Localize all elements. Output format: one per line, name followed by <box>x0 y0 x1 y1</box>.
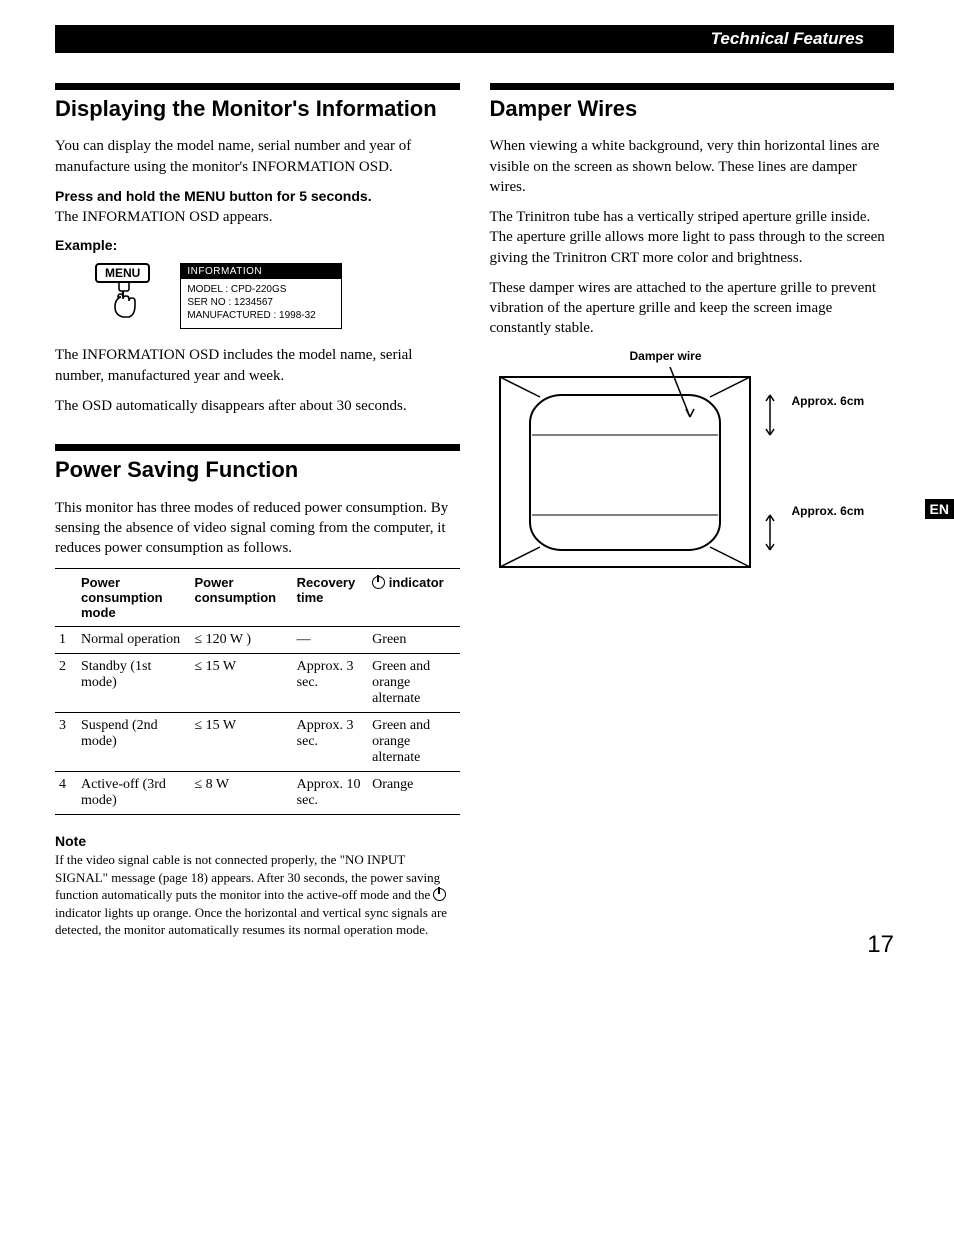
td: ≤ 15 W <box>190 713 292 772</box>
note-title: Note <box>55 833 460 849</box>
note-body: If the video signal cable is not connect… <box>55 851 460 939</box>
osd-line: MANUFACTURED : 1998-32 <box>187 309 335 322</box>
section-rule <box>55 83 460 90</box>
instruction-result: The INFORMATION OSD appears. <box>55 209 272 225</box>
osd-header: INFORMATION <box>181 264 341 279</box>
td: Approx. 10 sec. <box>293 772 369 815</box>
menu-button-diagram: MENU <box>95 263 150 325</box>
damper-wire-label: Damper wire <box>630 349 702 363</box>
td: Green <box>368 627 459 654</box>
td: Green and orange alternate <box>368 713 459 772</box>
menu-button: MENU <box>95 263 150 283</box>
td: Active-off (3rd mode) <box>77 772 190 815</box>
th-mode: Power consumption mode <box>77 569 190 627</box>
section-title-display-info: Displaying the Monitor's Information <box>55 96 460 122</box>
th-blank <box>55 569 77 627</box>
osd-information-box: INFORMATION MODEL : CPD-220GS SER NO : 1… <box>180 263 342 329</box>
example-figure: MENU INFORMATION MODEL : CPD-220GS SER N… <box>95 263 460 329</box>
td: Approx. 3 sec. <box>293 654 369 713</box>
table-row: 1 Normal operation ≤ 120 W ) — Green <box>55 627 460 654</box>
paragraph: Press and hold the MENU button for 5 sec… <box>55 187 460 228</box>
header-bar: Technical Features <box>55 25 894 53</box>
td: Orange <box>368 772 459 815</box>
osd-line: SER NO : 1234567 <box>187 296 335 309</box>
right-column: Damper Wires When viewing a white backgr… <box>490 83 895 939</box>
paragraph: These damper wires are attached to the a… <box>490 278 895 339</box>
paragraph: The OSD automatically disappears after a… <box>55 396 460 416</box>
paragraph: The Trinitron tube has a vertically stri… <box>490 207 895 268</box>
td: Standby (1st mode) <box>77 654 190 713</box>
damper-wire-figure: Damper wire Approx. 6cm Approx. 6cm EN <box>490 349 895 579</box>
td: 4 <box>55 772 77 815</box>
hand-press-icon <box>101 281 145 325</box>
table-row: 3 Suspend (2nd mode) ≤ 15 W Approx. 3 se… <box>55 713 460 772</box>
td: ≤ 120 W ) <box>190 627 292 654</box>
td: Green and orange alternate <box>368 654 459 713</box>
approx-label-2: Approx. 6cm <box>792 504 865 518</box>
paragraph: This monitor has three modes of reduced … <box>55 498 460 559</box>
td: 3 <box>55 713 77 772</box>
power-icon <box>372 576 385 589</box>
header-title: Technical Features <box>711 29 864 49</box>
td: Normal operation <box>77 627 190 654</box>
td: Suspend (2nd mode) <box>77 713 190 772</box>
section-rule <box>490 83 895 90</box>
left-column: Displaying the Monitor's Information You… <box>55 83 460 939</box>
td: ≤ 15 W <box>190 654 292 713</box>
power-table: Power consumption mode Power consumption… <box>55 568 460 815</box>
section-title-power-saving: Power Saving Function <box>55 457 460 483</box>
th-indicator: indicator <box>368 569 459 627</box>
paragraph: The INFORMATION OSD includes the model n… <box>55 345 460 386</box>
example-label: Example: <box>55 237 460 253</box>
monitor-diagram-icon <box>490 367 790 587</box>
instruction-bold: Press and hold the MENU button for 5 sec… <box>55 188 372 204</box>
page-number: 17 <box>867 931 894 959</box>
section-title-damper-wires: Damper Wires <box>490 96 895 122</box>
paragraph: You can display the model name, serial n… <box>55 136 460 177</box>
th-recovery: Recovery time <box>293 569 369 627</box>
power-icon <box>433 888 446 901</box>
osd-line: MODEL : CPD-220GS <box>187 283 335 296</box>
approx-label-1: Approx. 6cm <box>792 394 865 408</box>
th-consumption: Power consumption <box>190 569 292 627</box>
td: — <box>293 627 369 654</box>
section-rule <box>55 444 460 451</box>
language-tab: EN <box>925 499 954 519</box>
table-row: 4 Active-off (3rd mode) ≤ 8 W Approx. 10… <box>55 772 460 815</box>
paragraph: When viewing a white background, very th… <box>490 136 895 197</box>
table-row: 2 Standby (1st mode) ≤ 15 W Approx. 3 se… <box>55 654 460 713</box>
td: 2 <box>55 654 77 713</box>
td: Approx. 3 sec. <box>293 713 369 772</box>
td: ≤ 8 W <box>190 772 292 815</box>
td: 1 <box>55 627 77 654</box>
